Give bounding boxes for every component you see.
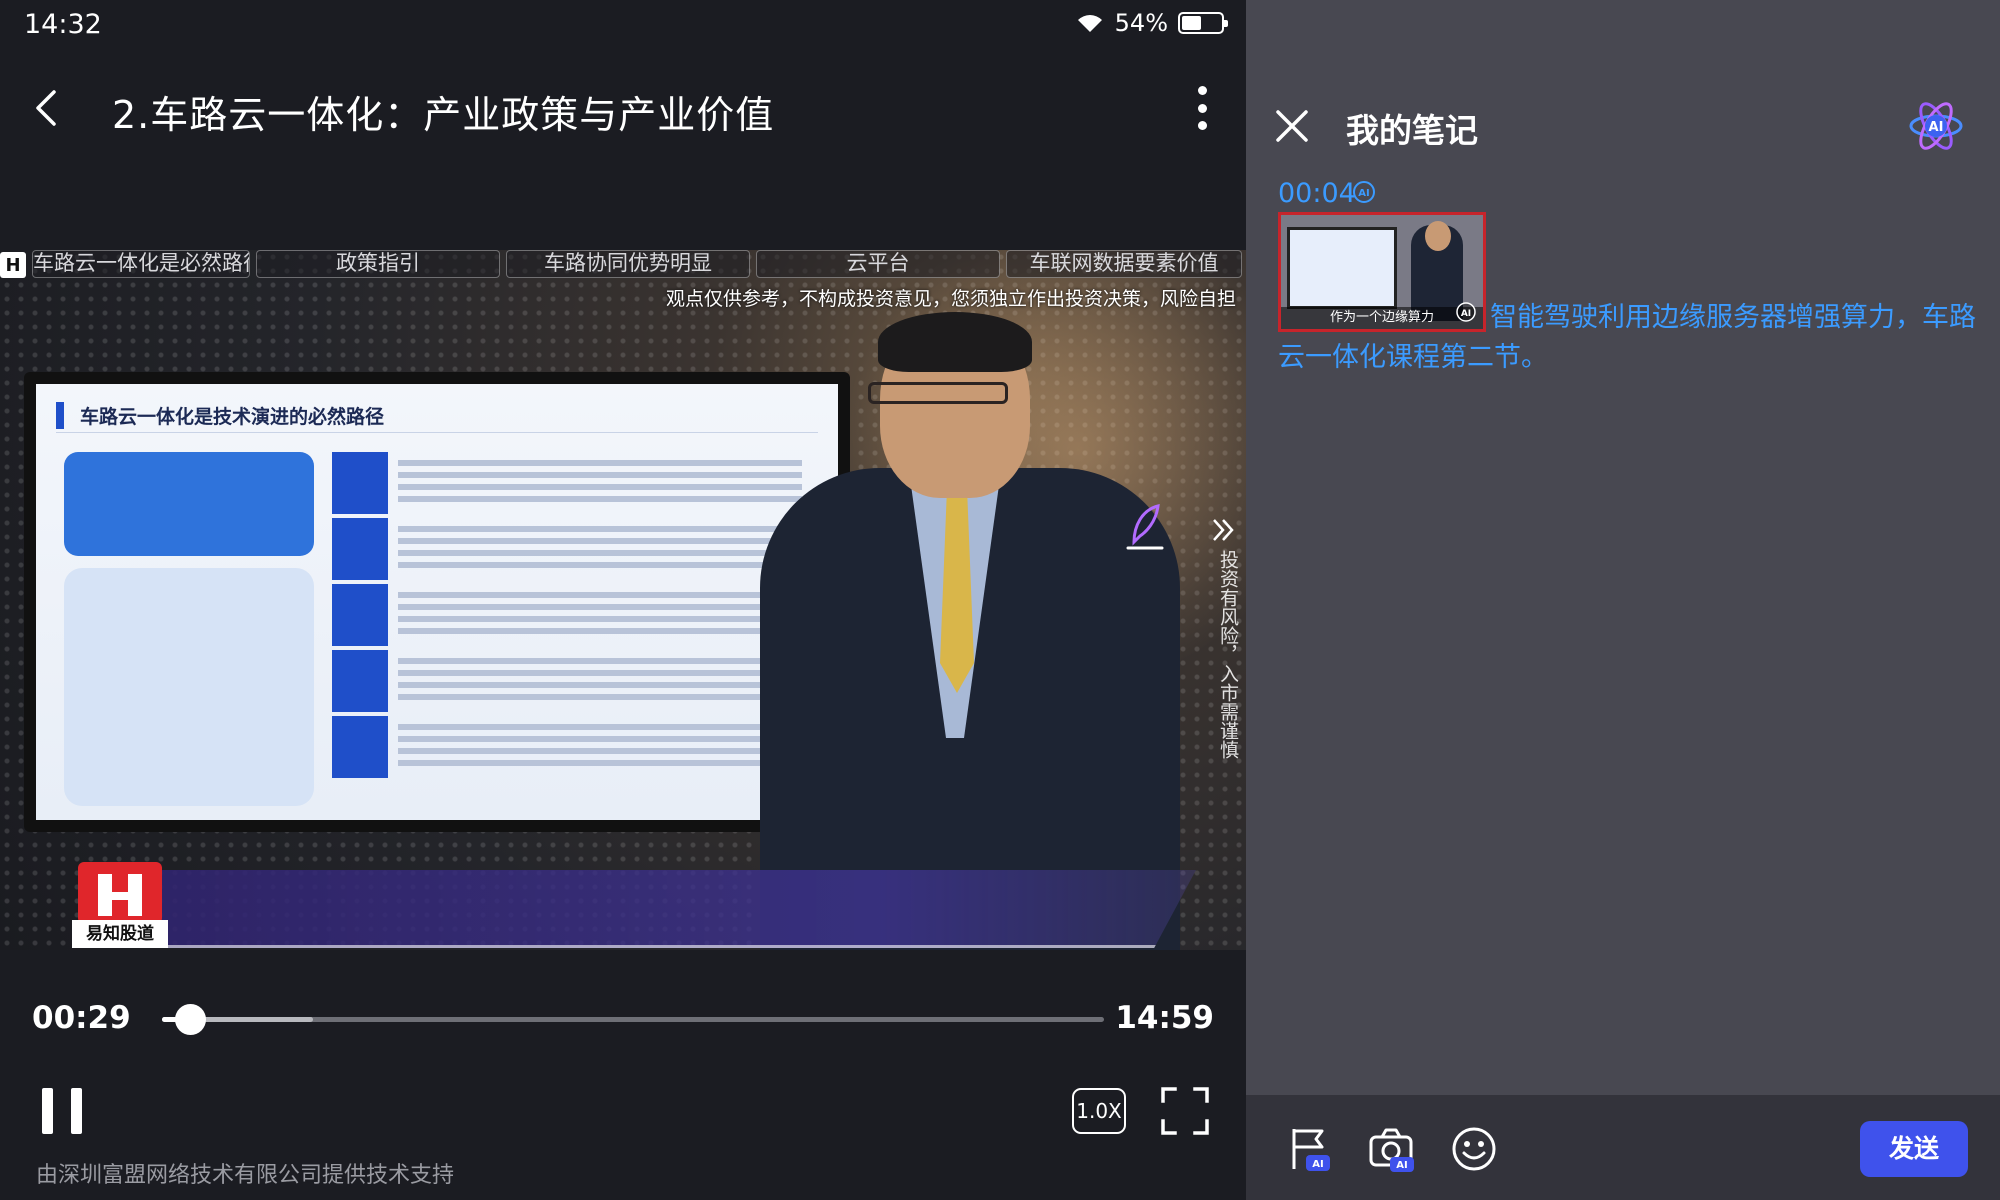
wifi-icon: [1077, 15, 1102, 32]
send-button[interactable]: 发送: [1860, 1121, 1968, 1177]
slide-highlight-box: [64, 452, 314, 556]
status-time: 14:32: [24, 9, 102, 40]
back-icon[interactable]: [28, 88, 68, 128]
chapter-tab-3[interactable]: 车路协同优势明显: [506, 250, 750, 278]
battery-icon: [1178, 12, 1228, 34]
slide-title: 车路云一体化是技术演进的必然路径: [56, 402, 384, 429]
close-icon[interactable]: [1274, 108, 1310, 144]
presenter: [760, 312, 1180, 950]
slide-text-box: [64, 568, 314, 806]
svg-text:AI: AI: [1396, 1160, 1407, 1171]
slide-divider: [56, 432, 818, 433]
notes-title: 我的笔记: [1346, 111, 1478, 150]
notes-header: 我的笔记 AI: [1246, 90, 2000, 162]
risk-side-notice: 投资有风险，入市需谨慎: [1217, 550, 1239, 759]
total-time: 14:59: [1115, 1000, 1214, 1036]
notes-toolbar: AI AI 发送: [1246, 1095, 2000, 1200]
video-title: 2.车路云一体化：产业政策与产业价值: [112, 93, 775, 137]
status-indicators: 54%: [1075, 9, 1228, 37]
risk-disclaimer: 观点仅供参考，不构成投资意见，您须独立作出投资决策，风险自担: [665, 288, 1236, 310]
battery-level: [1182, 16, 1201, 30]
battery-percent: 54%: [1114, 9, 1168, 37]
double-chevron-right-icon[interactable]: [1208, 515, 1238, 545]
ai-tag-icon: AI: [1353, 181, 1375, 203]
slide-timeline-row: [332, 518, 802, 580]
progress-bar[interactable]: [162, 1004, 1104, 1035]
note-timestamp[interactable]: 00:04: [1278, 178, 1356, 209]
title-bar: 2.车路云一体化：产业政策与产业价值: [0, 70, 1246, 150]
slide-timeline-row: [332, 584, 802, 646]
slide-timeline-row: [332, 452, 802, 514]
notes-panel: 我的笔记 AI 00:04 AI 作为一个边缘算力 AI 智能驾驶利用边缘服务器…: [1246, 0, 2000, 1200]
chapter-tab-2[interactable]: 政策指引: [256, 250, 500, 278]
playback-speed-button[interactable]: 1.0X: [1072, 1088, 1126, 1134]
chapter-bar: H 车路云一体化是必然路径 政策指引 车路协同优势明显 云平台 车联网数据要素价…: [0, 250, 1246, 280]
provider-credit: 由深圳富盟网络技术有限公司提供技术支持: [36, 1163, 455, 1188]
progress-thumb[interactable]: [175, 1004, 207, 1035]
emoji-icon[interactable]: [1450, 1125, 1498, 1173]
channel-mini-logo: H: [0, 252, 26, 278]
channel-name: 易知股道: [72, 920, 168, 948]
svg-text:AI: AI: [1929, 120, 1944, 135]
note-text[interactable]: 智能驾驶利用边缘服务器增强算力，车路云一体化课程第二节。: [1278, 298, 1978, 378]
ai-flag-icon[interactable]: AI: [1286, 1125, 1334, 1173]
chapter-tab-5[interactable]: 车联网数据要素价值: [1006, 250, 1242, 278]
lower-third-banner: [150, 870, 1196, 948]
svg-text:AI: AI: [1312, 1159, 1323, 1170]
more-vertical-icon[interactable]: [1196, 86, 1208, 130]
svg-text:AI: AI: [1358, 188, 1369, 199]
slide-timeline-row: [332, 716, 802, 778]
pause-icon[interactable]: [42, 1088, 82, 1134]
chapter-tab-1[interactable]: 车路云一体化是必然路径: [32, 250, 250, 278]
ai-camera-icon[interactable]: AI: [1368, 1125, 1416, 1173]
fullscreen-icon[interactable]: [1160, 1086, 1210, 1136]
presentation-screen: 车路云一体化是技术演进的必然路径: [24, 372, 850, 832]
video-frame[interactable]: H 车路云一体化是必然路径 政策指引 车路协同优势明显 云平台 车联网数据要素价…: [0, 250, 1246, 950]
feather-pen-icon[interactable]: [1118, 498, 1176, 556]
video-player: 14:32 54% 2.车路云一体化：产业政策与产业价值 H 车路云一体化是必然…: [0, 0, 1246, 1200]
slide: 车路云一体化是技术演进的必然路径: [36, 384, 838, 820]
ai-atom-icon[interactable]: AI: [1908, 98, 1964, 154]
slide-timeline-row: [332, 650, 802, 712]
chapter-tab-4[interactable]: 云平台: [756, 250, 1000, 278]
status-bar: 14:32 54%: [0, 0, 1246, 50]
current-time: 00:29: [32, 1000, 131, 1036]
